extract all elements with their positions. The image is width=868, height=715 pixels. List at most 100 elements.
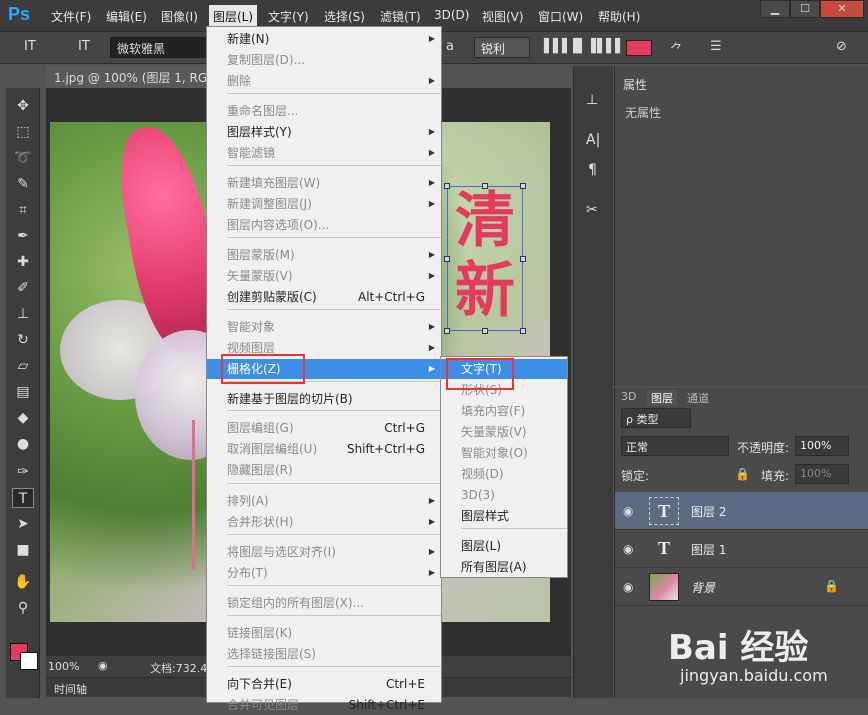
close-button[interactable]: ✕	[820, 0, 864, 18]
layer-menu-item[interactable]: 复制图层(D)...	[207, 50, 441, 70]
layer-menu-item[interactable]: 新建基于图层的切片(B)	[207, 389, 441, 409]
rasterize-menu-item[interactable]: 填充内容(F)	[441, 401, 567, 421]
layer-menu-item[interactable]: 智能对象 ▶	[207, 317, 441, 337]
transform-handle[interactable]	[482, 328, 488, 334]
layer-name[interactable]: 背景	[691, 579, 715, 596]
opacity-input[interactable]: 100%	[795, 436, 849, 456]
history-icon[interactable]: ⊥	[586, 92, 598, 108]
tab-3d[interactable]: 3D	[621, 390, 636, 403]
menu-filter[interactable]: 滤镜(T)	[380, 8, 421, 25]
transform-handle[interactable]	[444, 183, 450, 189]
warp-text-icon[interactable]: ⺈	[670, 39, 683, 58]
zoom-tool-icon[interactable]: ⚲	[12, 598, 34, 618]
align-right-icon[interactable]: ▐▐▐	[592, 39, 620, 54]
menu-layer[interactable]: 图层(L)	[209, 5, 258, 27]
layer-row[interactable]: ◉ T 图层 1	[615, 530, 868, 568]
layer-menu-item[interactable]: 将图层与选区对齐(I) ▶	[207, 542, 441, 562]
pen-tool-icon[interactable]: ✑	[12, 462, 34, 482]
layer-menu-item[interactable]: 锁定组内的所有图层(X)...	[207, 593, 441, 613]
layer-menu-item[interactable]: 创建剪贴蒙版(C) Alt+Ctrl+G	[207, 287, 441, 307]
rasterize-menu-item[interactable]: 所有图层(A)	[441, 557, 567, 577]
layer-menu-item[interactable]: 图层编组(G) Ctrl+G	[207, 418, 441, 438]
transform-handle[interactable]	[520, 328, 526, 334]
background-color[interactable]	[20, 652, 38, 670]
paragraph-icon[interactable]: ¶	[588, 162, 597, 178]
layer-menu-item[interactable]: 新建(N) ▶	[207, 29, 441, 49]
gradient-tool-icon[interactable]: ▤	[12, 382, 34, 402]
layer-menu-item[interactable]: 链接图层(K)	[207, 623, 441, 643]
layer-menu-item[interactable]: 隐藏图层(R)	[207, 460, 441, 480]
menu-3d[interactable]: 3D(D)	[434, 8, 469, 22]
menu-edit[interactable]: 编辑(E)	[106, 8, 147, 25]
layer-menu-item[interactable]: 分布(T) ▶	[207, 563, 441, 583]
menu-view[interactable]: 视图(V)	[482, 8, 524, 25]
layer-menu-item[interactable]: 选择链接图层(S)	[207, 644, 441, 664]
type-tool-preset-icon[interactable]: IT	[24, 39, 36, 54]
rasterize-menu-item[interactable]: 矢量蒙版(V)	[441, 422, 567, 442]
text-color-swatch[interactable]	[626, 40, 652, 56]
menu-select[interactable]: 选择(S)	[324, 8, 365, 25]
visibility-eye-icon[interactable]: ◉	[623, 542, 637, 556]
align-left-icon[interactable]: ▌▌▌	[544, 39, 572, 54]
layer-menu-item[interactable]: 合并形状(H) ▶	[207, 512, 441, 532]
align-center-icon[interactable]: ▐▌▐	[568, 39, 596, 54]
layer-menu-item[interactable]: 图层样式(Y) ▶	[207, 122, 441, 142]
maximize-button[interactable]: ☐	[790, 0, 820, 18]
path-select-icon[interactable]: ➤	[12, 514, 34, 534]
rasterize-menu-item[interactable]: 视频(D)	[441, 464, 567, 484]
shape-tool-icon[interactable]: ■	[12, 540, 34, 560]
toggle-orientation-icon[interactable]: IT	[78, 39, 90, 54]
layer-menu-item[interactable]: 图层内容选项(O)...	[207, 215, 441, 235]
eyedropper-icon[interactable]: ✒	[12, 226, 34, 246]
tool-presets-icon[interactable]: ✂	[586, 202, 598, 218]
transform-handle[interactable]	[520, 183, 526, 189]
menu-window[interactable]: 窗口(W)	[538, 8, 583, 25]
cancel-icon[interactable]: ⊘	[836, 39, 847, 54]
visibility-eye-icon[interactable]: ◉	[623, 504, 637, 518]
transform-handle[interactable]	[444, 256, 450, 262]
menu-help[interactable]: 帮助(H)	[598, 8, 640, 25]
layer-menu-item[interactable]: 取消图层编组(U) Shift+Ctrl+G	[207, 439, 441, 459]
blend-mode-select[interactable]: 正常	[621, 436, 729, 456]
visibility-eye-icon[interactable]: ◉	[623, 580, 637, 594]
tab-layers[interactable]: 图层	[647, 390, 677, 406]
healing-brush-icon[interactable]: ✚	[12, 252, 34, 272]
dodge-tool-icon[interactable]: ●	[12, 434, 34, 454]
layer-row[interactable]: ◉ T 图层 2	[615, 492, 868, 530]
anti-alias-select[interactable]: 锐利	[474, 37, 530, 58]
tab-channels[interactable]: 通道	[687, 390, 709, 406]
menu-image[interactable]: 图像(I)	[161, 8, 198, 25]
properties-tab[interactable]: 属性	[623, 76, 647, 93]
type-tool-icon[interactable]: T	[12, 488, 34, 508]
brush-tool-icon[interactable]: ✐	[12, 278, 34, 298]
move-tool-icon[interactable]: ✥	[12, 96, 34, 116]
transform-handle[interactable]	[482, 183, 488, 189]
history-brush-icon[interactable]: ↻	[12, 330, 34, 350]
layer-menu-item[interactable]: 新建调整图层(J) ▶	[207, 194, 441, 214]
clone-stamp-icon[interactable]: ⊥	[12, 304, 34, 324]
layer-menu-item[interactable]: 排列(A) ▶	[207, 491, 441, 511]
blur-tool-icon[interactable]: ◆	[12, 408, 34, 428]
character-panel-icon[interactable]: ☰	[710, 39, 722, 54]
transform-bounding-box[interactable]	[444, 183, 526, 334]
marquee-tool-icon[interactable]: ⬚	[12, 122, 34, 142]
lasso-tool-icon[interactable]: ➰	[12, 148, 34, 168]
layer-menu-item[interactable]: 向下合并(E) Ctrl+E	[207, 674, 441, 694]
layer-name[interactable]: 图层 2	[691, 503, 726, 520]
transform-handle[interactable]	[444, 328, 450, 334]
hand-tool-icon[interactable]: ✋	[12, 572, 34, 592]
transform-handle[interactable]	[520, 256, 526, 262]
document-tab[interactable]: 1.jpg @ 100% (图层 1, RGB/8)	[46, 66, 206, 88]
status-menu-icon[interactable]: ◉	[98, 659, 108, 672]
quick-select-icon[interactable]: ✎	[12, 174, 34, 194]
rasterize-menu-item[interactable]: 图层样式	[441, 506, 567, 526]
menu-type[interactable]: 文字(Y)	[268, 8, 309, 25]
font-family-select[interactable]: 微软雅黑	[110, 37, 210, 58]
layer-filter-select[interactable]: ρ 类型	[621, 408, 691, 428]
lock-all-icon[interactable]: 🔒	[735, 467, 750, 481]
layer-menu-item[interactable]: 新建填充图层(W) ▶	[207, 173, 441, 193]
layer-menu-item[interactable]: 智能滤镜 ▶	[207, 143, 441, 163]
crop-tool-icon[interactable]: ⌗	[12, 200, 34, 220]
rasterize-menu-item[interactable]: 智能对象(O)	[441, 443, 567, 463]
layer-menu-item[interactable]: 矢量蒙版(V) ▶	[207, 266, 441, 286]
